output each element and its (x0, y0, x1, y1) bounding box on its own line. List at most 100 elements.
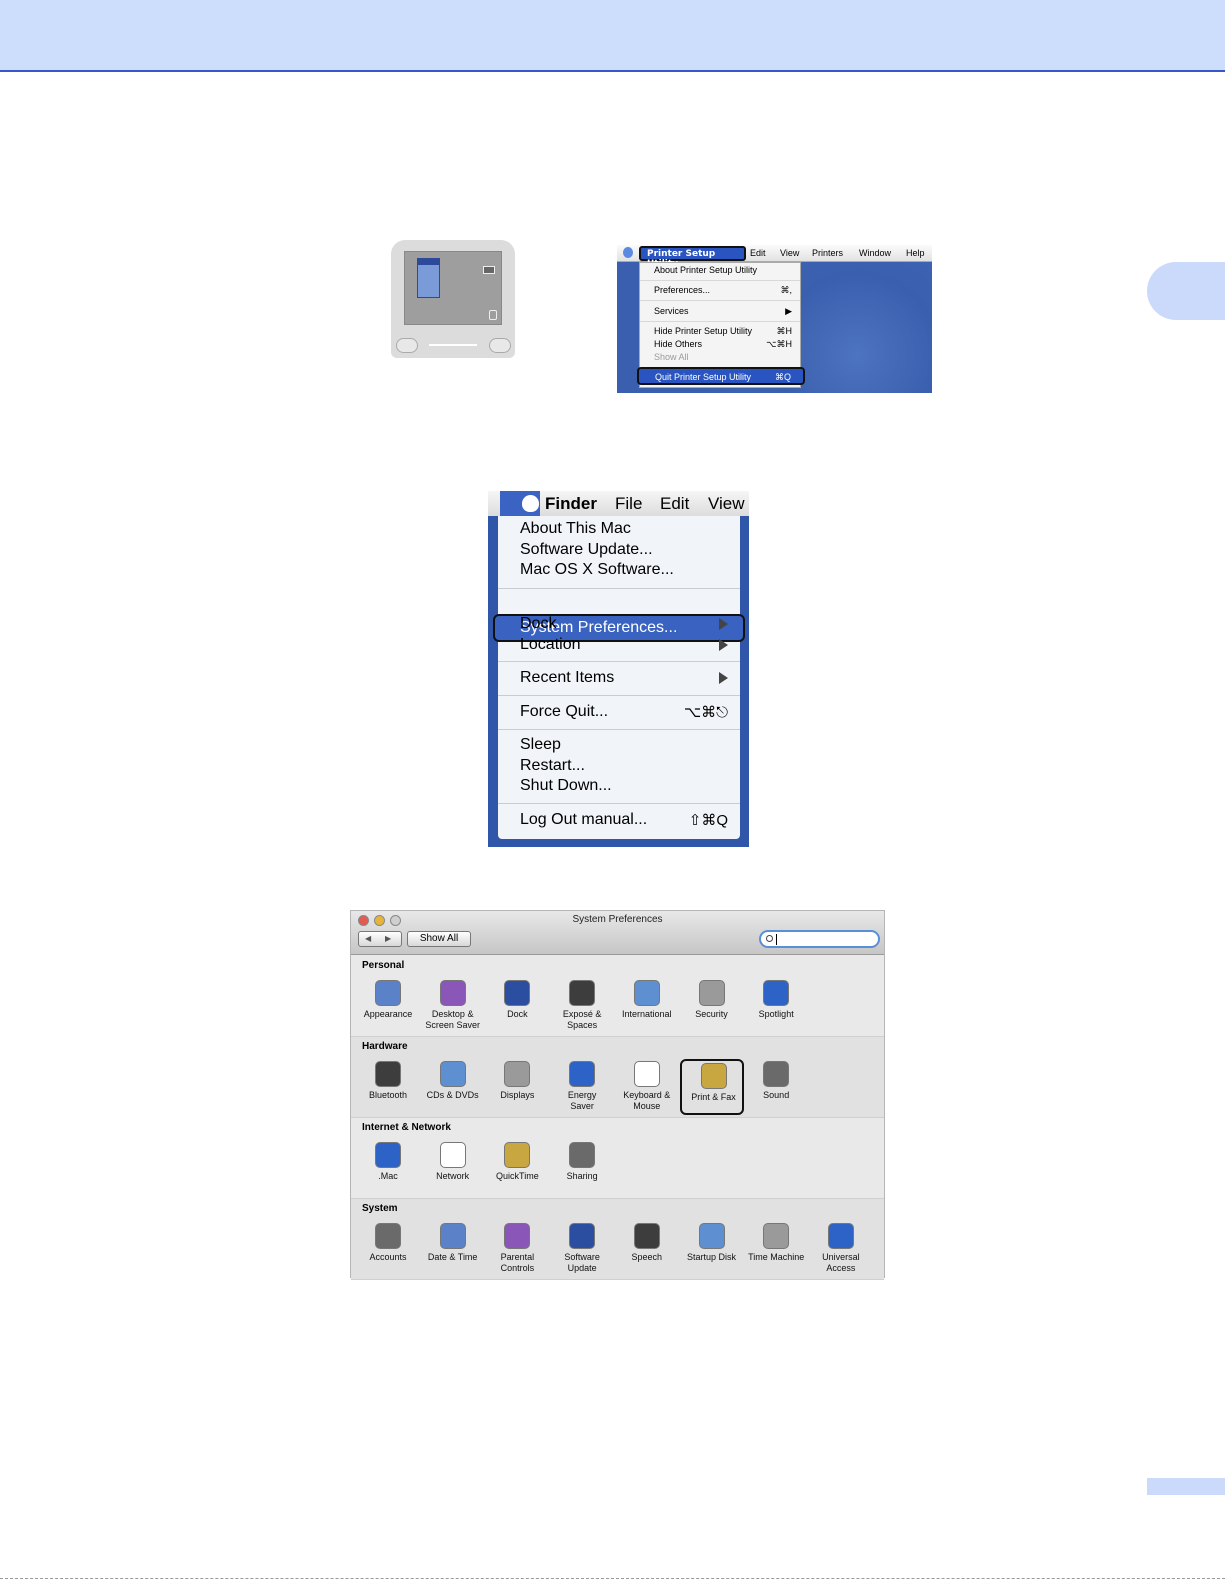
menu-item-quit[interactable]: Quit Printer Setup Utility ⌘Q (637, 367, 805, 385)
pref-pane-label: Software Update (564, 1252, 600, 1273)
pref-pane-label: Dock (507, 1009, 528, 1019)
menu-item-dock[interactable]: Dock (520, 615, 728, 635)
desktop-screen-saver-icon (439, 980, 466, 1006)
search-input[interactable] (759, 930, 880, 948)
pref-pane-security[interactable]: Security (680, 978, 744, 1034)
menu-item-mac-os-x-software[interactable]: Mac OS X Software... (520, 561, 728, 581)
system-preferences-window: System Preferences ◀ ▶ Show All Personal… (350, 910, 885, 1280)
pref-pane-startup-disk[interactable]: Startup Disk (680, 1221, 744, 1277)
pref-pane-label: International (622, 1009, 672, 1019)
menu-printer-setup-utility[interactable]: Printer Setup Utility (639, 246, 746, 269)
pref-pane-energy-saver[interactable]: Energy Saver (550, 1059, 614, 1115)
pref-pane-label: Energy Saver (567, 1090, 597, 1111)
speaker-right-icon (489, 338, 511, 353)
menu-window[interactable]: Window (859, 248, 891, 258)
pref-pane-network[interactable]: Network (421, 1140, 485, 1196)
app-dropdown-menu: About Printer Setup Utility Preferences.… (637, 262, 805, 388)
menu-printers[interactable]: Printers (812, 248, 843, 258)
back-forward-control[interactable]: ◀ ▶ (358, 931, 402, 947)
pref-pane-sound[interactable]: Sound (744, 1059, 808, 1115)
menu-finder[interactable]: Finder (545, 494, 597, 514)
pref-pane-international[interactable]: International (615, 978, 679, 1034)
section-heading: Hardware (362, 1041, 408, 1052)
pref-pane-spotlight[interactable]: Spotlight (744, 978, 808, 1034)
show-all-button[interactable]: Show All (407, 931, 471, 947)
pref-pane-speech[interactable]: Speech (615, 1221, 679, 1277)
pref-pane-parental-controls[interactable]: Parental Controls (485, 1221, 549, 1277)
pref-pane-software-update[interactable]: Software Update (550, 1221, 614, 1277)
menu-item-about[interactable]: About Printer Setup Utility (654, 265, 792, 277)
menu-item-software-update[interactable]: Software Update... (520, 541, 728, 561)
pref-pane-label: Sound (763, 1090, 790, 1100)
print-fax-icon (700, 1063, 727, 1089)
menu-file[interactable]: File (615, 494, 642, 514)
page-number-tab (1147, 1478, 1225, 1495)
pref-pane-label: Network (436, 1171, 470, 1181)
apple-menu-button[interactable] (500, 491, 540, 516)
pref-pane-label: Parental Controls (500, 1252, 535, 1273)
pref-pane-desktop-screen-saver[interactable]: Desktop & Screen Saver (421, 978, 485, 1034)
pref-pane-appearance[interactable]: Appearance (356, 978, 420, 1034)
menu-item-recent-items[interactable]: Recent Items (520, 669, 728, 689)
back-arrow-icon[interactable]: ◀ (365, 934, 371, 943)
menu-item-preferences[interactable]: Preferences... ⌘, (654, 285, 792, 297)
forward-arrow-icon[interactable]: ▶ (385, 934, 391, 943)
pref-pane-label: Print & Fax (691, 1092, 736, 1102)
menu-help[interactable]: Help (906, 248, 925, 258)
pref-pane-print-fax[interactable]: Print & Fax (679, 1059, 744, 1115)
pref-pane-label: Speech (631, 1252, 663, 1262)
apple-icon[interactable] (623, 247, 633, 258)
menu-edit[interactable]: Edit (660, 494, 689, 514)
pref-pane-label: QuickTime (496, 1171, 539, 1181)
menu-item-about-this-mac[interactable]: About This Mac (520, 520, 728, 540)
trash-icon (489, 310, 497, 320)
pref-pane-label: Startup Disk (686, 1252, 737, 1262)
security-icon (698, 980, 725, 1006)
pref-pane-quicktime[interactable]: QuickTime (485, 1140, 549, 1196)
finder-apple-menu-screenshot: Finder File Edit View About This Mac Sof… (488, 491, 749, 847)
appearance-icon (375, 980, 401, 1006)
menu-item-force-quit[interactable]: Force Quit... ⌥⌘⎋ (520, 703, 728, 723)
pref-pane-accounts[interactable]: Accounts (356, 1221, 420, 1277)
mac-icon (375, 1142, 401, 1168)
apple-dropdown-menu: About This Mac Software Update... Mac OS… (493, 516, 745, 839)
submenu-arrow-icon (719, 639, 728, 651)
pref-pane-label: Sharing (566, 1171, 598, 1181)
sharing-icon (569, 1142, 596, 1168)
pref-pane-label: Date & Time (427, 1252, 478, 1262)
pref-pane-date-time[interactable]: Date & Time (421, 1221, 485, 1277)
menu-item-log-out[interactable]: Log Out manual... ⇧⌘Q (520, 811, 728, 831)
submenu-arrow-icon (719, 618, 728, 630)
pref-pane-label: .Mac (378, 1171, 398, 1181)
pref-pane-universal-access[interactable]: Universal Access (809, 1221, 873, 1277)
computer-screen (404, 251, 502, 325)
pref-pane-mac[interactable]: .Mac (356, 1140, 420, 1196)
displays-icon (504, 1061, 531, 1087)
pref-pane-bluetooth[interactable]: Bluetooth (356, 1059, 420, 1115)
pref-pane-sharing[interactable]: Sharing (550, 1140, 614, 1196)
pref-pane-displays[interactable]: Displays (485, 1059, 549, 1115)
pref-pane-label: Desktop & Screen Saver (425, 1009, 480, 1030)
menu-item-hide-app[interactable]: Hide Printer Setup Utility ⌘H (654, 326, 792, 338)
section-system: System Accounts Date & Time Parental Contro… (351, 1199, 884, 1280)
menu-item-location[interactable]: Location (520, 636, 728, 656)
menu-item-services[interactable]: Services ▶ (654, 306, 792, 318)
menu-item-shut-down[interactable]: Shut Down... (520, 777, 728, 797)
keyboard-mouse-icon (633, 1061, 660, 1087)
cds-dvds-icon (439, 1061, 466, 1087)
menu-item-sleep[interactable]: Sleep (520, 736, 728, 756)
pref-pane-keyboard-mouse[interactable]: Keyboard & Mouse (615, 1059, 679, 1115)
universal-access-icon (827, 1223, 854, 1249)
menu-edit[interactable]: Edit (750, 248, 766, 258)
pref-pane-cds-dvds[interactable]: CDs & DVDs (421, 1059, 485, 1115)
page-header-band (0, 0, 1225, 72)
menu-item-hide-others[interactable]: Hide Others ⌥⌘H (654, 339, 792, 351)
hard-disk-icon (483, 266, 495, 274)
menu-view[interactable]: View (708, 494, 745, 514)
pref-pane-expos-spaces[interactable]: Exposé & Spaces (550, 978, 614, 1034)
pref-pane-dock[interactable]: Dock (485, 978, 549, 1034)
menu-item-restart[interactable]: Restart... (520, 757, 728, 777)
pref-pane-time-machine[interactable]: Time Machine (744, 1221, 808, 1277)
menu-view[interactable]: View (780, 248, 799, 258)
section-heading: System (362, 1203, 398, 1214)
